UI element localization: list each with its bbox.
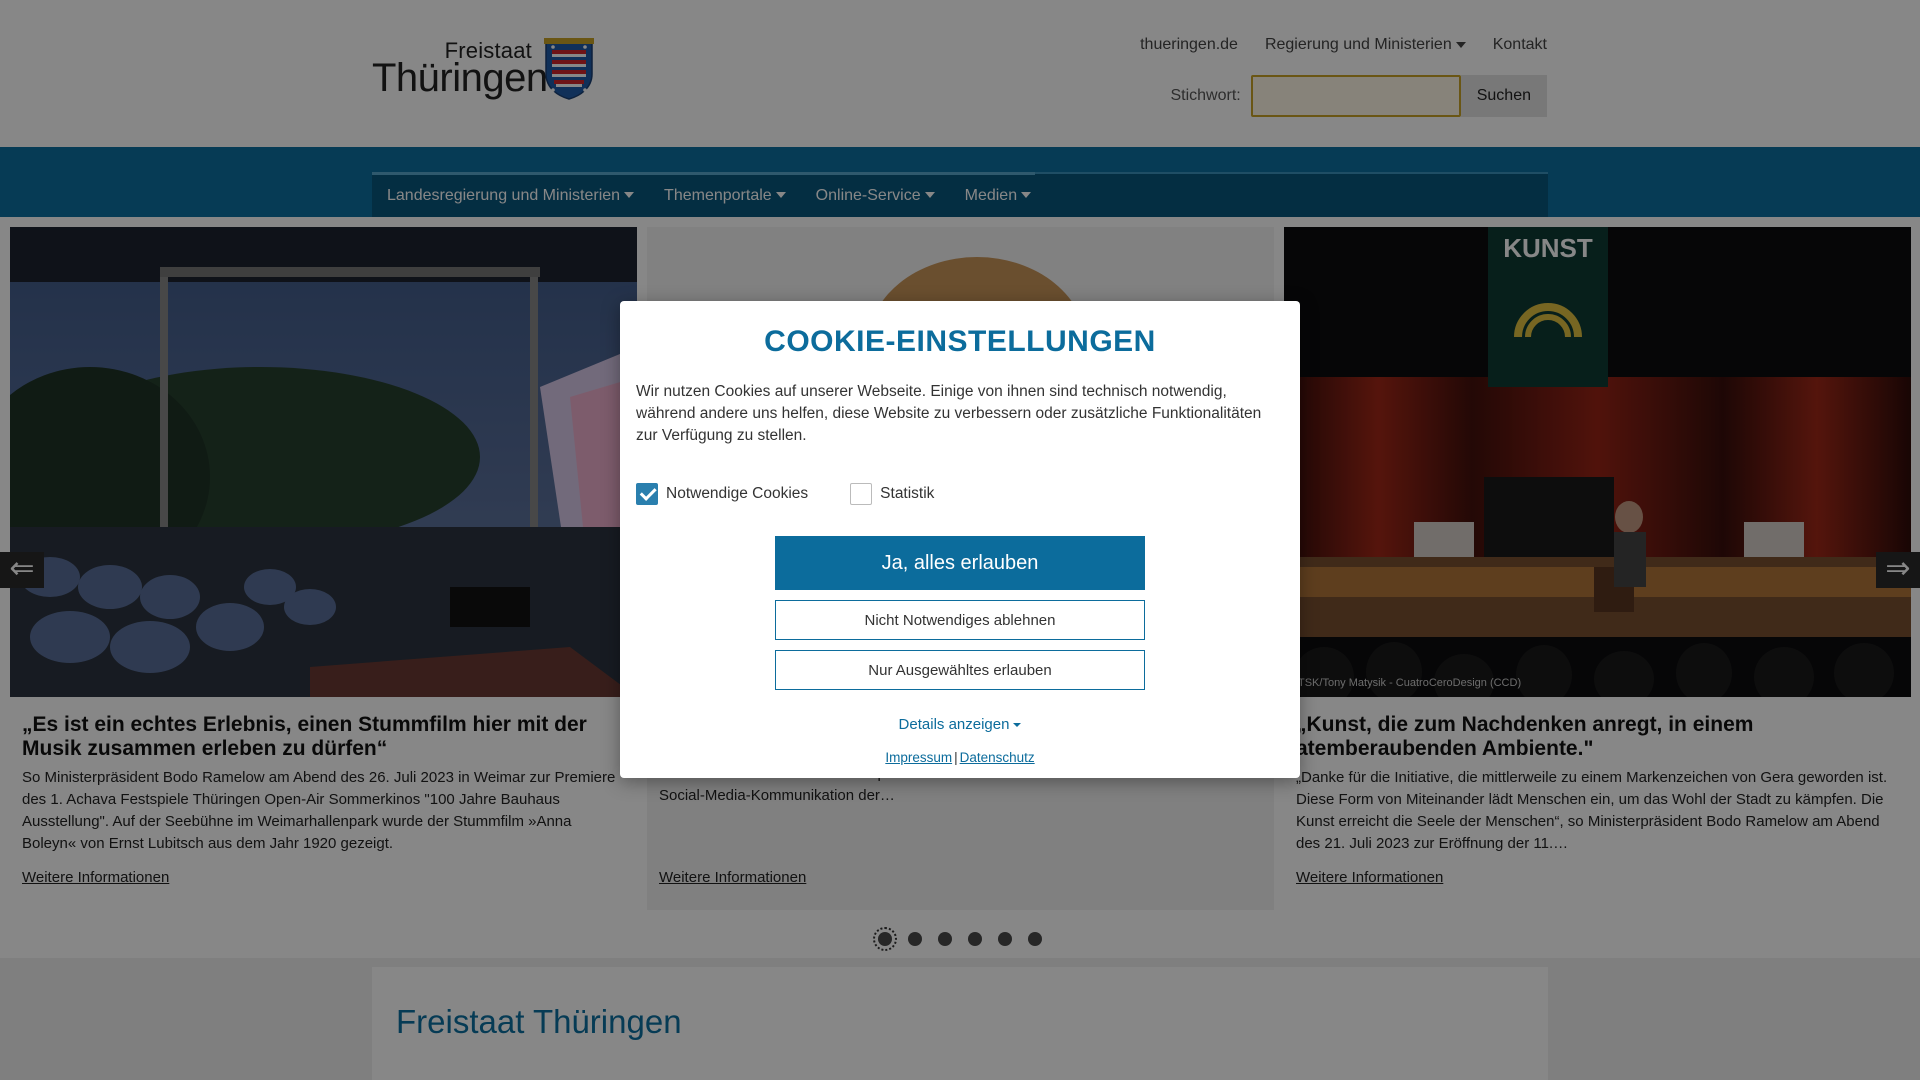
- option-necessary-cookies[interactable]: Notwendige Cookies: [636, 483, 808, 505]
- cookie-dialog-text: Wir nutzen Cookies auf unserer Webseite.…: [636, 383, 1262, 444]
- details-toggle-label: Details anzeigen: [898, 716, 1010, 733]
- option-label: Notwendige Cookies: [666, 485, 809, 502]
- cookie-options: Notwendige Cookies Statistik: [636, 483, 1300, 505]
- option-label: Statistik: [880, 485, 935, 502]
- impressum-link[interactable]: Impressum: [885, 750, 952, 765]
- checkbox-necessary-cookies[interactable]: [636, 483, 658, 505]
- cookie-dialog: COOKIE-EINSTELLUNGEN Wir nutzen Cookies …: [620, 301, 1300, 778]
- legal-separator: |: [954, 750, 958, 765]
- option-statistics[interactable]: Statistik: [850, 483, 934, 505]
- chevron-down-icon: [1013, 723, 1022, 728]
- accept-all-button[interactable]: Ja, alles erlauben: [775, 536, 1145, 590]
- legal-links: Impressum | Datenschutz: [620, 750, 1300, 765]
- datenschutz-link[interactable]: Datenschutz: [960, 750, 1035, 765]
- checkbox-statistics[interactable]: [850, 483, 873, 505]
- details-toggle[interactable]: Details anzeigen: [620, 716, 1300, 733]
- decline-nonessential-button[interactable]: Nicht Notwendiges ablehnen: [775, 600, 1145, 640]
- accept-selected-button[interactable]: Nur Ausgewähltes erlauben: [775, 650, 1145, 690]
- cookie-dialog-title: COOKIE-EINSTELLUNGEN: [764, 325, 1156, 358]
